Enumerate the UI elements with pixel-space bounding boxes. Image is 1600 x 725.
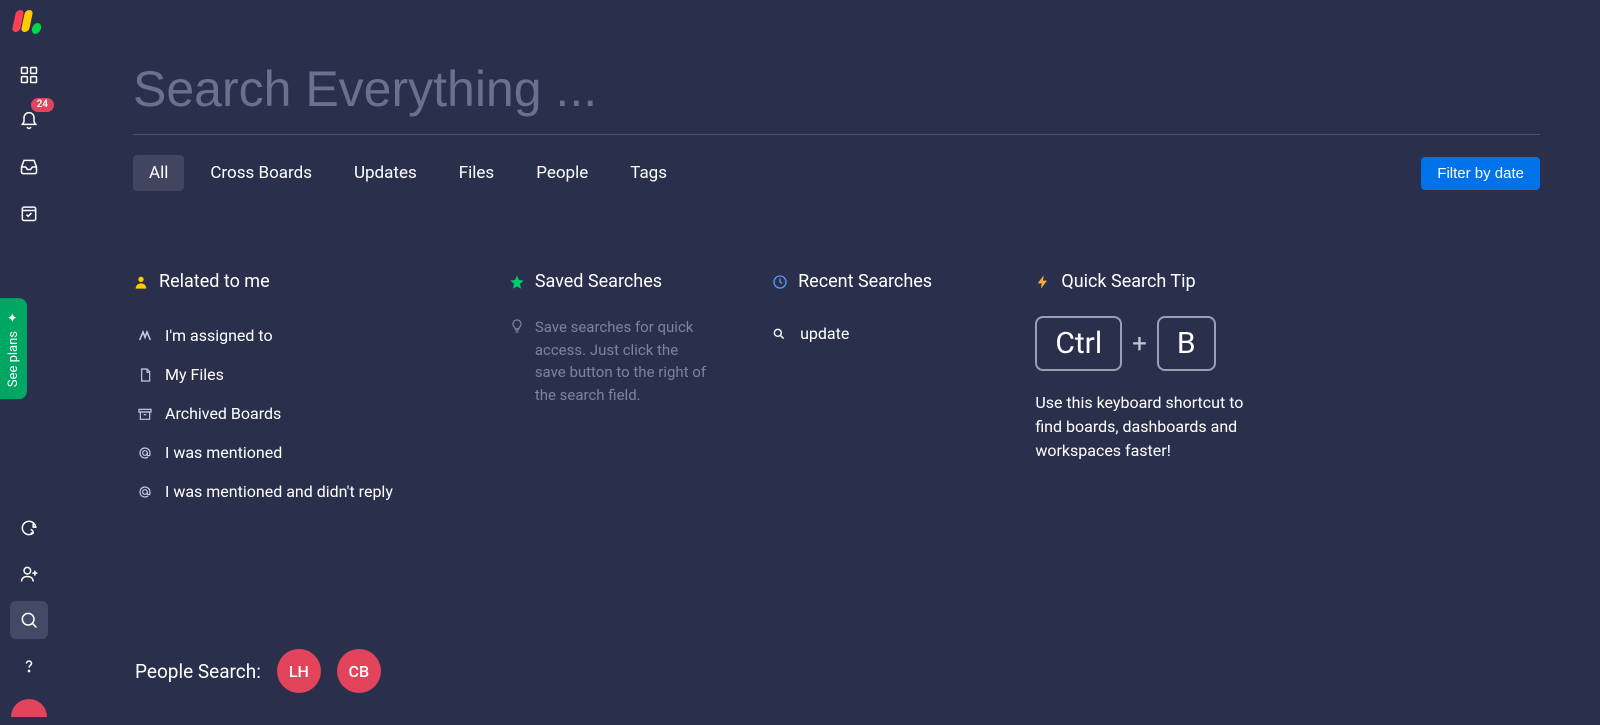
mention-icon	[137, 445, 153, 461]
tip-header: Quick Search Tip	[1035, 271, 1373, 292]
people-search-row: People Search: LH CB	[135, 649, 381, 693]
invite-icon[interactable]	[10, 555, 48, 593]
column-tip: Quick Search Tip Ctrl + B Use this keybo…	[1035, 271, 1373, 511]
help-icon[interactable]	[10, 647, 48, 685]
bolt-icon	[1035, 274, 1051, 290]
shortcut-keys: Ctrl + B	[1035, 316, 1373, 371]
recent-header: Recent Searches	[772, 271, 1025, 292]
main-content: All Cross Boards Updates Files People Ta…	[58, 0, 1600, 725]
tab-people[interactable]: People	[520, 155, 604, 191]
person-chip-0[interactable]: LH	[277, 649, 321, 693]
tip-text: Use this keyboard shortcut to find board…	[1035, 391, 1265, 463]
related-mentioned[interactable]: I was mentioned	[133, 433, 499, 472]
star-icon	[509, 274, 525, 290]
column-recent: Recent Searches update	[772, 271, 1025, 511]
logo[interactable]	[14, 10, 44, 34]
person-icon	[133, 274, 149, 290]
tab-row: All Cross Boards Updates Files People Ta…	[133, 155, 1540, 191]
related-archived[interactable]: Archived Boards	[133, 394, 499, 433]
archive-icon	[137, 406, 153, 422]
related-mentioned-no-reply[interactable]: I was mentioned and didn't reply	[133, 472, 499, 511]
tab-files[interactable]: Files	[443, 155, 510, 191]
saved-hint: Save searches for quick access. Just cli…	[509, 316, 709, 406]
tab-updates[interactable]: Updates	[338, 155, 433, 191]
key-ctrl: Ctrl	[1035, 316, 1122, 371]
filter-by-date-button[interactable]: Filter by date	[1421, 157, 1540, 190]
tab-cross-boards[interactable]: Cross Boards	[194, 155, 328, 191]
profile-avatar[interactable]	[11, 699, 47, 717]
column-saved: Saved Searches Save searches for quick a…	[509, 271, 762, 511]
search-nav-icon[interactable]	[10, 601, 48, 639]
apps-icon[interactable]	[10, 509, 48, 547]
clock-icon	[772, 274, 788, 290]
key-b: B	[1157, 316, 1216, 371]
lightbulb-icon	[509, 318, 525, 334]
see-plans-button[interactable]: See plans ✦	[0, 298, 27, 399]
recent-item-0[interactable]: update	[772, 316, 1025, 351]
related-header: Related to me	[133, 271, 499, 292]
sparkle-icon: ✦	[6, 312, 21, 323]
related-assigned[interactable]: I'm assigned to	[133, 316, 499, 355]
plus-sign: +	[1132, 329, 1147, 359]
notification-badge: 24	[31, 98, 54, 112]
people-search-label: People Search:	[135, 660, 261, 683]
tab-tags[interactable]: Tags	[614, 155, 683, 191]
mention-icon	[137, 484, 153, 500]
tab-all[interactable]: All	[133, 155, 184, 191]
sidebar-bottom	[0, 509, 58, 717]
my-work-icon[interactable]	[10, 194, 48, 232]
workspaces-icon[interactable]	[10, 56, 48, 94]
person-chip-1[interactable]: CB	[337, 649, 381, 693]
related-my-files[interactable]: My Files	[133, 355, 499, 394]
column-related: Related to me I'm assigned to My Files A…	[133, 271, 499, 511]
file-icon	[137, 367, 153, 383]
saved-header: Saved Searches	[509, 271, 762, 292]
search-input[interactable]	[133, 60, 1540, 135]
notifications-icon[interactable]: 24	[10, 102, 48, 140]
columns: Related to me I'm assigned to My Files A…	[133, 271, 1540, 511]
monday-icon	[137, 328, 153, 344]
search-icon	[772, 327, 786, 341]
inbox-icon[interactable]	[10, 148, 48, 186]
